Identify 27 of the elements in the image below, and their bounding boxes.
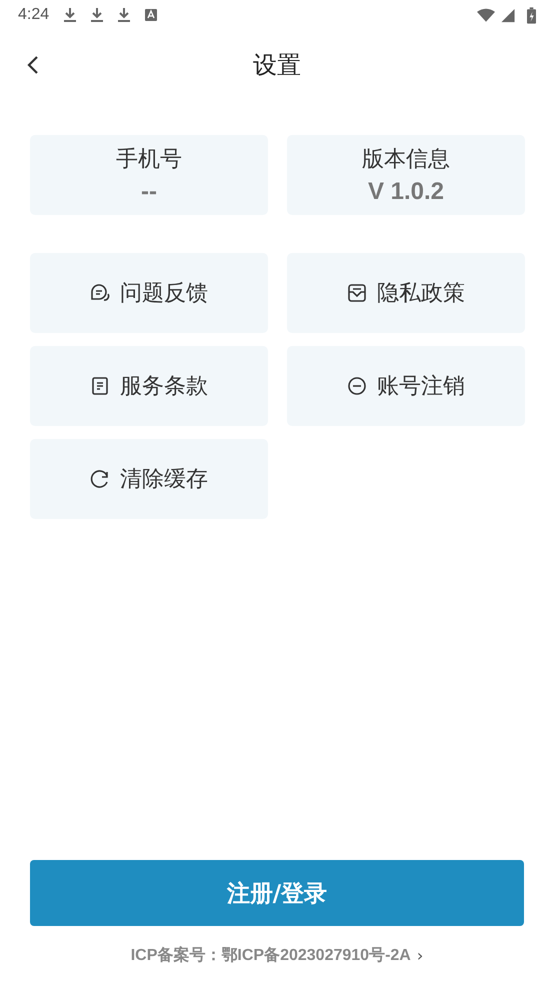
refresh-icon <box>90 469 110 489</box>
download-icon <box>90 7 104 23</box>
info-label: 版本信息 <box>362 146 450 174</box>
status-time: 4:24 <box>18 6 50 24</box>
menu-button[interactable]: 服务条款 <box>30 346 268 426</box>
info-label: 手机号 <box>116 146 182 174</box>
minus-circle-icon <box>347 376 367 396</box>
menu-button[interactable]: 问题反馈 <box>30 253 268 333</box>
info-value: -- <box>141 178 157 206</box>
document-icon <box>90 376 110 396</box>
chevron-link[interactable]: › <box>416 946 424 964</box>
back-icon[interactable] <box>27 55 39 75</box>
info-value: V 1.0.2 <box>368 178 444 206</box>
page-title: 设置 <box>253 50 301 81</box>
inbox-icon <box>347 283 367 303</box>
keyboard-icon <box>144 7 158 23</box>
chat-bubble-icon <box>90 283 110 303</box>
download-icon <box>117 7 132 23</box>
icp-text: ICP备案号：鄂ICP备2023027910号-2A <box>130 945 411 966</box>
battery-icon <box>527 6 536 24</box>
signal-icon <box>499 8 517 22</box>
login-button[interactable]: 注册/登录 <box>30 860 524 926</box>
menu-button[interactable]: 清除缓存 <box>30 439 268 519</box>
wifi-icon <box>477 8 495 22</box>
menu-button[interactable]: 隐私政策 <box>287 253 525 333</box>
menu-button[interactable]: 账号注销 <box>287 346 525 426</box>
download-icon <box>63 7 78 23</box>
